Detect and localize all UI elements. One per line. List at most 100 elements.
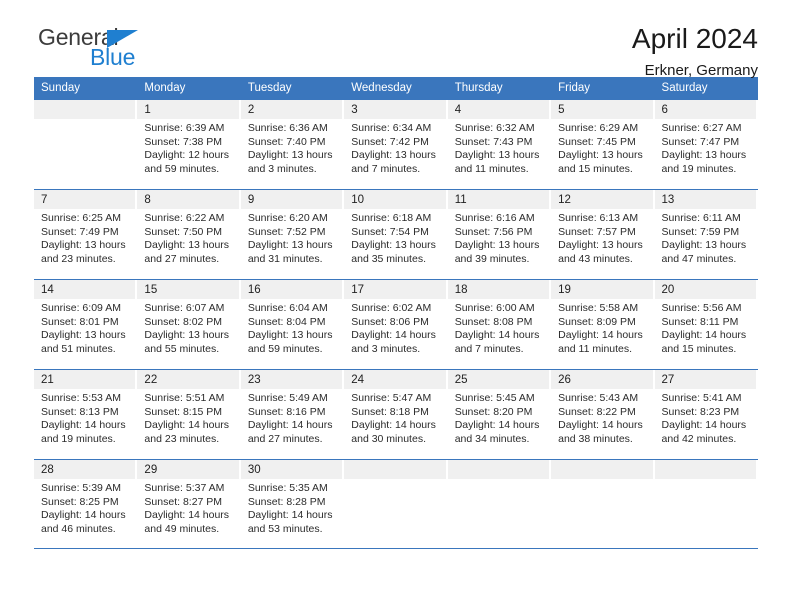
day-cell[interactable]: 30 Sunrise: 5:35 AM Sunset: 8:28 PM Dayl… [240, 460, 345, 548]
day-info: Sunrise: 6:20 AM Sunset: 7:52 PM Dayligh… [241, 209, 344, 266]
day-cell[interactable]: 14 Sunrise: 6:09 AM Sunset: 8:01 PM Dayl… [34, 280, 138, 369]
day-number [34, 100, 136, 119]
day-cell[interactable]: 9 Sunrise: 6:20 AM Sunset: 7:52 PM Dayli… [240, 190, 345, 279]
day-cell[interactable]: 28 Sunrise: 5:39 AM Sunset: 8:25 PM Dayl… [34, 460, 138, 548]
daylight-text-line1: Daylight: 13 hours [454, 149, 540, 162]
daylight-text-line1: Daylight: 14 hours [661, 419, 747, 432]
daylight-text-line1: Daylight: 14 hours [454, 419, 540, 432]
day-cell[interactable]: 24 Sunrise: 5:47 AM Sunset: 8:18 PM Dayl… [344, 370, 448, 459]
daylight-text-line2: and 38 minutes. [558, 432, 633, 445]
day-cell[interactable]: 6 Sunrise: 6:27 AM Sunset: 7:47 PM Dayli… [654, 100, 758, 189]
daylight-text-line2: and 35 minutes. [351, 252, 426, 265]
day-number: 4 [447, 100, 550, 119]
day-cell[interactable] [34, 100, 138, 189]
day-cell[interactable]: 29 Sunrise: 5:37 AM Sunset: 8:27 PM Dayl… [137, 460, 241, 548]
daylight-text-line2: and 15 minutes. [558, 162, 633, 175]
day-cell[interactable]: 11 Sunrise: 6:16 AM Sunset: 7:56 PM Dayl… [447, 190, 552, 279]
day-cell[interactable]: 25 Sunrise: 5:45 AM Sunset: 8:20 PM Dayl… [447, 370, 552, 459]
sunset-text: Sunset: 7:54 PM [351, 225, 429, 238]
day-cell[interactable]: 2 Sunrise: 6:36 AM Sunset: 7:40 PM Dayli… [240, 100, 345, 189]
day-cell[interactable]: 1 Sunrise: 6:39 AM Sunset: 7:38 PM Dayli… [137, 100, 241, 189]
sunset-text: Sunset: 8:01 PM [41, 315, 119, 328]
day-cell[interactable]: 7 Sunrise: 6:25 AM Sunset: 7:49 PM Dayli… [34, 190, 138, 279]
sunrise-text: Sunrise: 5:49 AM [247, 392, 328, 404]
day-cell[interactable]: 10 Sunrise: 6:18 AM Sunset: 7:54 PM Dayl… [344, 190, 448, 279]
day-number: 17 [344, 280, 446, 299]
day-cell[interactable]: 15 Sunrise: 6:07 AM Sunset: 8:02 PM Dayl… [137, 280, 241, 369]
day-cell[interactable]: 13 Sunrise: 6:11 AM Sunset: 7:59 PM Dayl… [654, 190, 758, 279]
daylight-text-line1: Daylight: 14 hours [351, 329, 436, 342]
day-cell[interactable]: 20 Sunrise: 5:56 AM Sunset: 8:11 PM Dayl… [654, 280, 758, 369]
calendar-page: General Blue April 2024 Erkner, Germany … [0, 0, 792, 612]
day-cell[interactable]: 16 Sunrise: 6:04 AM Sunset: 8:04 PM Dayl… [240, 280, 345, 369]
day-info: Sunrise: 6:02 AM Sunset: 8:06 PM Dayligh… [344, 299, 447, 356]
day-cell[interactable]: 4 Sunrise: 6:32 AM Sunset: 7:43 PM Dayli… [447, 100, 552, 189]
day-cell[interactable]: 8 Sunrise: 6:22 AM Sunset: 7:50 PM Dayli… [137, 190, 241, 279]
sunset-text: Sunset: 8:18 PM [351, 405, 429, 418]
sunset-text: Sunset: 8:20 PM [454, 405, 533, 418]
day-number: 9 [240, 190, 343, 209]
day-info [448, 479, 551, 482]
daylight-text-line2: and 27 minutes. [144, 252, 220, 265]
day-number: 3 [344, 100, 446, 119]
day-info: Sunrise: 6:32 AM Sunset: 7:43 PM Dayligh… [448, 119, 551, 176]
sunrise-text: Sunrise: 6:18 AM [351, 212, 432, 224]
daylight-text-line1: Daylight: 13 hours [661, 239, 747, 252]
day-cell[interactable]: 17 Sunrise: 6:02 AM Sunset: 8:06 PM Dayl… [344, 280, 448, 369]
sunrise-text: Sunrise: 6:13 AM [558, 212, 639, 224]
day-cell[interactable]: 21 Sunrise: 5:53 AM Sunset: 8:13 PM Dayl… [34, 370, 138, 459]
day-cell[interactable] [551, 460, 655, 548]
day-number: 15 [137, 280, 239, 299]
day-cell[interactable]: 12 Sunrise: 6:13 AM Sunset: 7:57 PM Dayl… [551, 190, 655, 279]
week-row: 7 Sunrise: 6:25 AM Sunset: 7:49 PM Dayli… [34, 189, 758, 279]
day-cell[interactable]: 23 Sunrise: 5:49 AM Sunset: 8:16 PM Dayl… [240, 370, 345, 459]
weekday-header-saturday: Saturday [661, 82, 708, 94]
sunrise-text: Sunrise: 6:11 AM [661, 212, 741, 224]
day-info: Sunrise: 6:25 AM Sunset: 7:49 PM Dayligh… [34, 209, 137, 266]
day-cell[interactable]: 18 Sunrise: 6:00 AM Sunset: 8:08 PM Dayl… [447, 280, 552, 369]
day-info: Sunrise: 6:22 AM Sunset: 7:50 PM Dayligh… [137, 209, 240, 266]
day-cell[interactable]: 3 Sunrise: 6:34 AM Sunset: 7:42 PM Dayli… [344, 100, 448, 189]
sunrise-text: Sunrise: 6:39 AM [144, 122, 225, 134]
sunset-text: Sunset: 8:22 PM [558, 405, 636, 418]
sunrise-text: Sunrise: 5:35 AM [247, 482, 328, 494]
week-row: 14 Sunrise: 6:09 AM Sunset: 8:01 PM Dayl… [34, 279, 758, 369]
day-info [655, 479, 758, 482]
day-cell[interactable]: 27 Sunrise: 5:41 AM Sunset: 8:23 PM Dayl… [654, 370, 758, 459]
day-number: 20 [654, 280, 756, 299]
sunset-text: Sunset: 8:15 PM [144, 405, 223, 418]
daylight-text-line1: Daylight: 13 hours [351, 239, 436, 252]
day-info: Sunrise: 5:35 AM Sunset: 8:28 PM Dayligh… [241, 479, 344, 536]
daylight-text-line1: Daylight: 13 hours [144, 239, 230, 252]
sunrise-text: Sunrise: 5:56 AM [661, 302, 742, 314]
sunrise-text: Sunrise: 6:00 AM [454, 302, 535, 314]
sunset-text: Sunset: 8:16 PM [247, 405, 326, 418]
daylight-text-line1: Daylight: 13 hours [558, 149, 643, 162]
day-cell[interactable]: 19 Sunrise: 5:58 AM Sunset: 8:09 PM Dayl… [551, 280, 655, 369]
day-info: Sunrise: 5:39 AM Sunset: 8:25 PM Dayligh… [34, 479, 137, 536]
day-number: 29 [137, 460, 239, 479]
sunset-text: Sunset: 7:50 PM [144, 225, 223, 238]
sunset-text: Sunset: 8:11 PM [661, 315, 739, 328]
day-cell[interactable]: 26 Sunrise: 5:43 AM Sunset: 8:22 PM Dayl… [551, 370, 655, 459]
day-number: 6 [654, 100, 756, 119]
daylight-text-line2: and 3 minutes. [247, 162, 317, 175]
day-cell[interactable] [447, 460, 552, 548]
daylight-text-line2: and 39 minutes. [454, 252, 530, 265]
day-number [447, 460, 550, 479]
sunrise-text: Sunrise: 6:04 AM [247, 302, 328, 314]
brand-logo[interactable]: General Blue [34, 24, 234, 76]
day-number: 13 [654, 190, 756, 209]
day-cell[interactable] [344, 460, 448, 548]
day-cell[interactable]: 22 Sunrise: 5:51 AM Sunset: 8:15 PM Dayl… [137, 370, 241, 459]
day-number: 26 [551, 370, 653, 389]
day-info [34, 119, 137, 122]
day-number: 1 [137, 100, 239, 119]
daylight-text-line1: Daylight: 13 hours [351, 149, 436, 162]
day-info: Sunrise: 5:51 AM Sunset: 8:15 PM Dayligh… [137, 389, 240, 446]
day-cell[interactable]: 5 Sunrise: 6:29 AM Sunset: 7:45 PM Dayli… [551, 100, 655, 189]
day-cell[interactable] [654, 460, 758, 548]
day-info: Sunrise: 6:18 AM Sunset: 7:54 PM Dayligh… [344, 209, 447, 266]
sunset-text: Sunset: 7:49 PM [41, 225, 119, 238]
sunset-text: Sunset: 7:56 PM [454, 225, 533, 238]
